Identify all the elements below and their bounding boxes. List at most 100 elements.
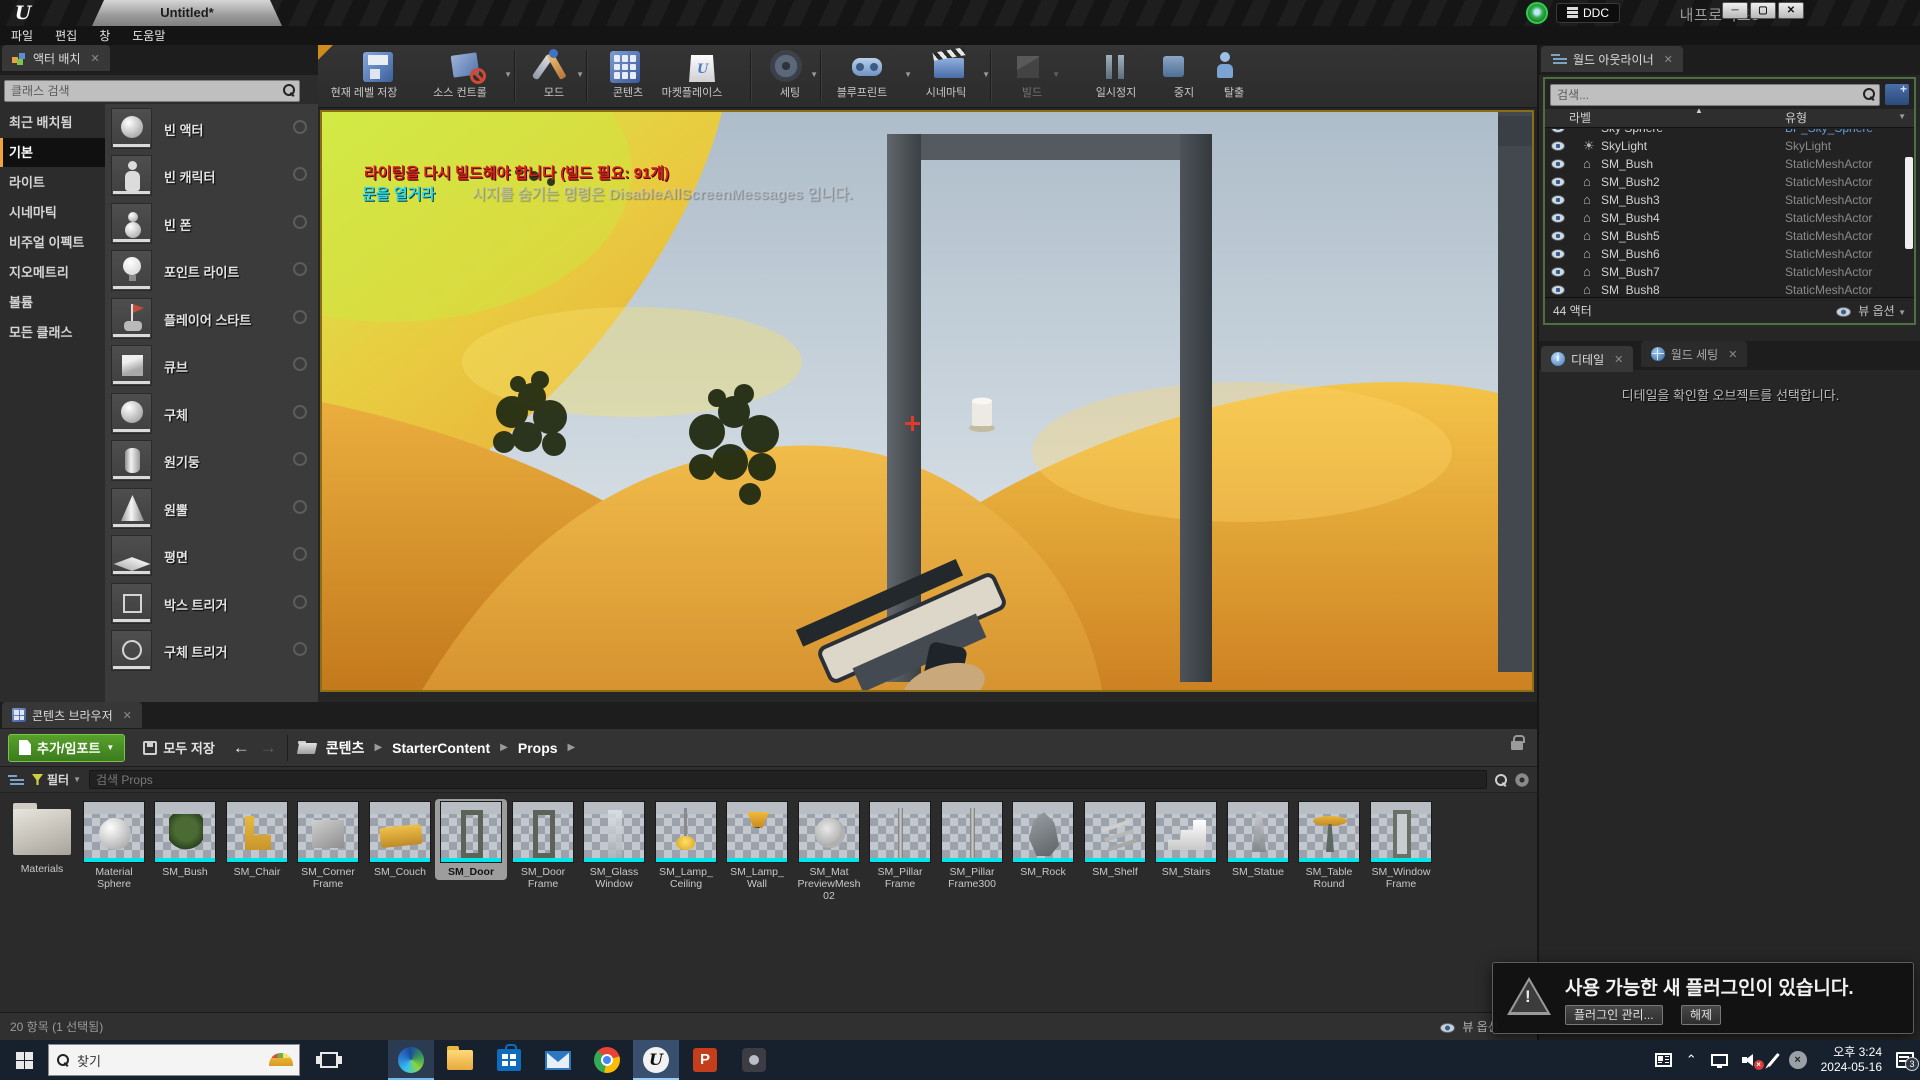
search-highlight-icon[interactable]: [269, 1053, 293, 1066]
close-button[interactable]: ✕: [1778, 2, 1804, 19]
outliner-row[interactable]: ⌂ SM_Bush8StaticMeshActor: [1545, 281, 1914, 295]
manage-plugins-button[interactable]: 플러그인 관리...: [1565, 1005, 1663, 1025]
close-icon[interactable]: ✕: [1664, 53, 1673, 66]
asset-tile[interactable]: SM_Bush: [151, 801, 219, 878]
outliner-row[interactable]: ⌂ SM_Bush2StaticMeshActor: [1545, 173, 1914, 191]
chevron-down-icon[interactable]: ▼: [982, 70, 990, 79]
menu-file[interactable]: 파일: [0, 27, 44, 44]
taskbar-app-powerpoint[interactable]: P: [682, 1040, 728, 1080]
action-center-icon[interactable]: 3: [1896, 1052, 1914, 1068]
hidden-icons-chevron[interactable]: ⌃: [1686, 1052, 1697, 1068]
source-control-button[interactable]: 소스 컨트롤 ▼: [426, 48, 510, 99]
place-item-empty-pawn[interactable]: 빈 폰: [111, 203, 311, 247]
news-feed-icon[interactable]: [1655, 1053, 1672, 1067]
chevron-down-icon[interactable]: ▼: [904, 70, 912, 79]
asset-tile[interactable]: SM_Pillar Frame: [866, 801, 934, 890]
start-button[interactable]: [0, 1040, 48, 1080]
taskbar-app-explorer[interactable]: [437, 1040, 483, 1080]
taskbar-app-mail[interactable]: [535, 1040, 581, 1080]
menu-edit[interactable]: 편집: [44, 27, 88, 44]
visibility-eye-icon[interactable]: [1551, 159, 1565, 169]
display-network-icon[interactable]: [1711, 1054, 1728, 1066]
tab-world-outliner[interactable]: 월드 아웃라이너 ✕: [1541, 46, 1683, 72]
category-lights[interactable]: 라이트: [0, 168, 105, 197]
minimize-button[interactable]: ─: [1722, 2, 1748, 19]
taskbar-app-misc[interactable]: [731, 1040, 777, 1080]
chevron-down-icon[interactable]: ▼: [504, 70, 512, 79]
outliner-row[interactable]: ⌂ SM_Bush6StaticMeshActor: [1545, 245, 1914, 263]
asset-tile[interactable]: SM_Statue: [1224, 801, 1292, 878]
visibility-eye-icon[interactable]: [1551, 249, 1565, 259]
eject-button[interactable]: 탈출: [1200, 48, 1250, 99]
visibility-eye-icon[interactable]: [1551, 129, 1565, 133]
category-recent[interactable]: 최근 배치됨: [0, 108, 105, 137]
chevron-down-icon[interactable]: ▼: [810, 70, 818, 79]
column-label[interactable]: 라벨: [1569, 109, 1591, 126]
tab-details[interactable]: i 디테일 ✕: [1541, 346, 1633, 372]
asset-tile[interactable]: SM_Window Frame: [1367, 801, 1435, 890]
outliner-row[interactable]: ☀ SkyLightSkyLight: [1545, 137, 1914, 155]
visibility-eye-icon[interactable]: [1551, 213, 1565, 223]
visibility-eye-icon[interactable]: [1551, 267, 1565, 277]
level-viewport[interactable]: 라이팅을 다시 빌드해야 합니다 (빌드 필요: 91개) 시지를 숨기는 명령…: [320, 110, 1534, 692]
pause-button[interactable]: 일시정지: [1082, 48, 1148, 99]
visibility-eye-icon[interactable]: [1551, 231, 1565, 241]
menu-window[interactable]: 창: [88, 27, 121, 44]
save-level-button[interactable]: 현재 레벨 저장: [330, 48, 426, 99]
taskbar-clock[interactable]: 오후 3:24 2024-05-16: [1821, 1045, 1882, 1075]
taskbar-app-chrome[interactable]: [584, 1040, 630, 1080]
column-type[interactable]: 유형: [1785, 109, 1807, 126]
breadcrumb-content[interactable]: 콘텐츠: [326, 738, 365, 758]
breadcrumb-startercontent[interactable]: StarterContent: [392, 740, 490, 756]
place-item-empty-character[interactable]: 빈 캐릭터: [111, 155, 311, 199]
tab-place-actors[interactable]: 액터 배치 ✕: [2, 45, 110, 71]
class-search-input[interactable]: [4, 80, 300, 102]
asset-tile[interactable]: SM_Shelf: [1081, 801, 1149, 878]
asset-tile[interactable]: SM_Lamp_ Wall: [723, 801, 791, 890]
restore-button[interactable]: ▢: [1750, 2, 1776, 19]
close-icon[interactable]: ✕: [123, 709, 132, 722]
outliner-row-partial[interactable]: Sky Sphere BP_Sky_Sphere: [1545, 129, 1914, 137]
asset-tile-selected[interactable]: SM_Door: [437, 801, 505, 878]
close-icon[interactable]: ✕: [91, 52, 100, 65]
place-item-sphere[interactable]: 구체: [111, 393, 311, 437]
breadcrumb-props[interactable]: Props: [518, 740, 558, 756]
place-item-sphere-trigger[interactable]: 구체 트리거: [111, 630, 311, 674]
outliner-header[interactable]: 라벨 ▲ 유형 ▼: [1545, 109, 1914, 128]
chevron-down-icon[interactable]: ▼: [576, 70, 584, 79]
content-button[interactable]: 콘텐츠: [594, 48, 656, 99]
close-icon[interactable]: ✕: [1614, 353, 1623, 366]
category-geometry[interactable]: 지오메트리: [0, 258, 105, 287]
place-item-cylinder[interactable]: 원기둥: [111, 440, 311, 484]
sources-panel-icon[interactable]: [8, 773, 24, 787]
visibility-eye-icon[interactable]: [1551, 285, 1565, 295]
view-options-button[interactable]: 뷰 옵션: [1440, 1013, 1499, 1041]
category-cinematic[interactable]: 시네마틱: [0, 198, 105, 227]
asset-tile[interactable]: Material Sphere: [80, 801, 148, 890]
stop-button[interactable]: 중지: [1150, 48, 1196, 99]
asset-tile[interactable]: SM_Couch: [366, 801, 434, 878]
outliner-search-input[interactable]: [1550, 84, 1880, 106]
place-item-cone[interactable]: 원뿔: [111, 488, 311, 532]
view-settings-icon[interactable]: [1515, 773, 1529, 787]
place-item-empty-actor[interactable]: 빈 액터: [111, 108, 311, 152]
outliner-row[interactable]: ⌂ SM_BushStaticMeshActor: [1545, 155, 1914, 173]
outliner-row[interactable]: ⌂ SM_Bush5StaticMeshActor: [1545, 227, 1914, 245]
asset-tile[interactable]: SM_Rock: [1009, 801, 1077, 878]
lock-icon[interactable]: [1511, 741, 1523, 750]
add-import-button[interactable]: 추가/임포트 ▼: [8, 734, 125, 762]
place-item-cube[interactable]: 큐브: [111, 345, 311, 389]
outliner-row[interactable]: ⌂ SM_Bush3StaticMeshActor: [1545, 191, 1914, 209]
taskbar-app-unreal[interactable]: U: [633, 1040, 679, 1080]
asset-tile[interactable]: SM_Pillar Frame300: [938, 801, 1006, 890]
asset-tile[interactable]: SM_Glass Window: [580, 801, 648, 890]
save-all-button[interactable]: 모두 저장: [135, 734, 222, 762]
tab-world-settings[interactable]: 월드 세팅 ✕: [1641, 341, 1748, 367]
level-tab[interactable]: Untitled*: [92, 0, 282, 26]
asset-tile[interactable]: SM_Mat PreviewMesh 02: [795, 801, 863, 902]
place-item-point-light[interactable]: 포인트 라이트: [111, 250, 311, 294]
asset-tile[interactable]: SM_Table Round: [1295, 801, 1363, 890]
close-icon[interactable]: ✕: [1728, 348, 1737, 361]
visibility-eye-icon[interactable]: [1551, 177, 1565, 187]
pen-icon[interactable]: [1767, 1053, 1780, 1067]
